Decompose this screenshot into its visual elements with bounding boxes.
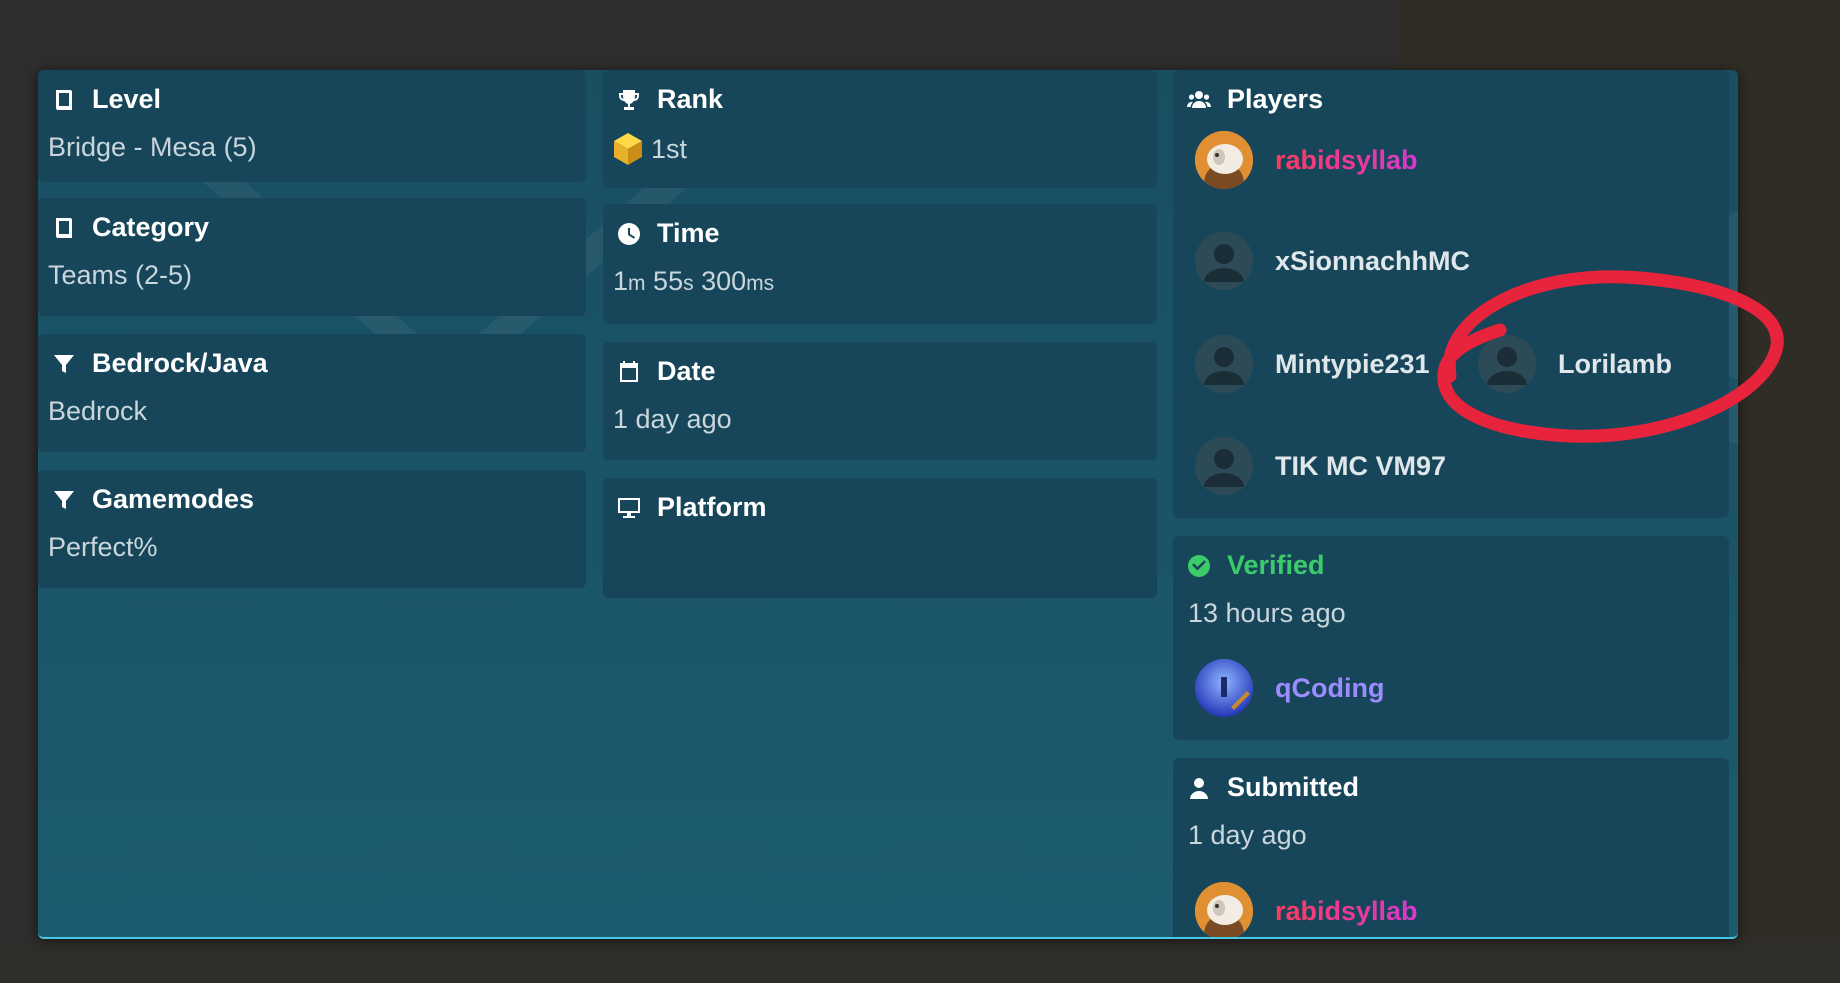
player-name[interactable]: xSionnachhMC [1275, 246, 1470, 277]
submitter-name[interactable]: rabidsyllab [1275, 896, 1418, 927]
time-minutes: 1 [613, 266, 629, 296]
player-name[interactable]: TIK MC VM97 [1275, 451, 1446, 482]
verifier-name[interactable]: qCoding [1275, 673, 1384, 704]
calendar-icon [620, 360, 638, 382]
player-name[interactable]: Mintypie231 [1275, 349, 1430, 380]
date-card: Date 1 day ago [603, 342, 1157, 460]
level-card: Level Bridge - Mesa (5) [38, 70, 586, 182]
submitted-value: 1 day ago [1188, 820, 1307, 850]
filter-icon [54, 354, 74, 373]
time-minutes-unit: m [628, 272, 646, 295]
default-avatar-icon [1195, 437, 1253, 495]
background-bottom [0, 940, 1840, 983]
default-avatar-icon [1195, 232, 1253, 290]
time-millis-unit: ms [746, 272, 775, 295]
rank-label: Rank [657, 84, 724, 114]
edition-card: Bedrock/Java Bedrock [38, 334, 586, 452]
user-icon [1190, 777, 1208, 799]
time-millis: 300 [701, 266, 747, 296]
platform-label: Platform [657, 492, 767, 522]
category-label: Category [92, 212, 210, 242]
submitted-label: Submitted [1227, 772, 1359, 802]
default-avatar-icon [1195, 335, 1253, 393]
edition-label: Bedrock/Java [92, 348, 268, 378]
trophy-icon [619, 89, 639, 110]
book-icon [56, 89, 72, 110]
level-label: Level [92, 84, 162, 114]
monitor-icon [618, 497, 640, 518]
gamemodes-value: Perfect% [48, 532, 158, 562]
verified-value: 13 hours ago [1188, 598, 1346, 628]
player-item[interactable]: xSionnachhMC [1195, 232, 1470, 290]
default-avatar-icon [1478, 335, 1536, 393]
players-label: Players [1227, 84, 1324, 114]
check-circle-icon [1188, 554, 1210, 577]
date-label: Date [657, 356, 716, 386]
verifier-avatar [1195, 659, 1253, 717]
submitter-item[interactable]: rabidsyllab [1195, 882, 1418, 937]
time-seconds-unit: s [683, 272, 694, 295]
time-label: Time [657, 218, 720, 248]
verifier-item[interactable]: qCoding [1195, 659, 1384, 717]
player-item[interactable]: Lorilamb [1478, 335, 1672, 393]
time-value: 1m 55s 300ms [613, 266, 774, 297]
run-details-panel: g Level Bridge - Mesa (5) Category Teams… [38, 70, 1738, 939]
rank-value-row: 1st [613, 132, 687, 166]
verified-label: Verified [1227, 550, 1325, 580]
time-seconds: 55 [653, 266, 684, 296]
gamemodes-label: Gamemodes [92, 484, 255, 514]
level-value[interactable]: Bridge - Mesa (5) [48, 132, 257, 163]
users-icon [1187, 90, 1211, 108]
platform-card: Platform [603, 478, 1157, 598]
edition-value: Bedrock [48, 396, 148, 426]
player-item[interactable]: Mintypie231 [1195, 335, 1430, 393]
rank-value: 1st [651, 133, 688, 164]
sheep-avatar [1195, 882, 1253, 937]
player-item[interactable]: rabidsyllab [1195, 131, 1418, 189]
gamemodes-card: Gamemodes Perfect% [38, 470, 586, 588]
category-value[interactable]: Teams (2-5) [48, 260, 192, 291]
player-name[interactable]: Lorilamb [1558, 349, 1672, 380]
rank-card: Rank 1st [603, 70, 1157, 188]
player-name[interactable]: rabidsyllab [1275, 145, 1418, 176]
date-value: 1 day ago [613, 404, 732, 434]
time-card: Time 1m 55s 300ms [603, 204, 1157, 324]
player-item[interactable]: TIK MC VM97 [1195, 437, 1446, 495]
clock-icon [618, 222, 640, 245]
filter-icon [54, 490, 74, 509]
book-icon [56, 217, 72, 238]
category-card: Category Teams (2-5) [38, 198, 586, 316]
sheep-avatar [1195, 131, 1253, 189]
gold-cube-icon [614, 133, 642, 165]
